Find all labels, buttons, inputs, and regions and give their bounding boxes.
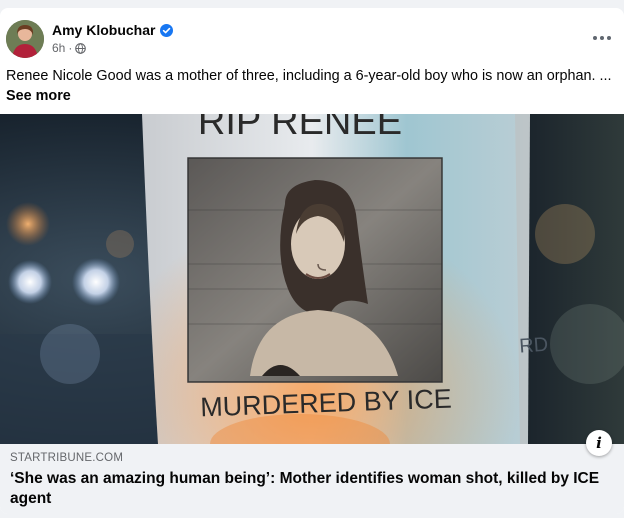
verified-badge-icon [160,23,174,37]
link-domain: STARTRIBUNE.COM [10,452,124,464]
more-dot [593,36,597,40]
see-more-link[interactable]: See more [6,86,614,106]
link-title[interactable]: ‘She was an amazing human being’: Mother… [10,469,614,509]
post-body: Renee Nicole Good was a mother of three,… [6,66,614,106]
post-photo[interactable]: MURD RIP RENEE MURDERED BY ICE [0,114,624,444]
post-text: Renee Nicole Good was a mother of three,… [6,68,612,84]
link-preview[interactable]: STARTRIBUNE.COM ‘She was an amazing huma… [0,444,624,514]
more-dot [607,36,611,40]
meta-separator: · [68,41,73,55]
post-timestamp[interactable]: 6h [52,41,65,55]
feed-post: Amy Klobuchar 6h · Renee Nicole Good was… [0,8,624,514]
author-avatar[interactable] [6,20,44,58]
author-line: Amy Klobuchar [52,22,174,38]
post-header: Amy Klobuchar 6h · [6,20,616,60]
info-icon[interactable]: i [586,430,612,456]
globe-icon[interactable] [75,42,87,54]
sign-top-text: RIP RENEE [198,114,402,143]
more-dot [600,36,604,40]
more-options-button[interactable] [588,26,616,50]
author-name[interactable]: Amy Klobuchar [52,22,155,38]
post-meta: 6h · [52,41,87,55]
